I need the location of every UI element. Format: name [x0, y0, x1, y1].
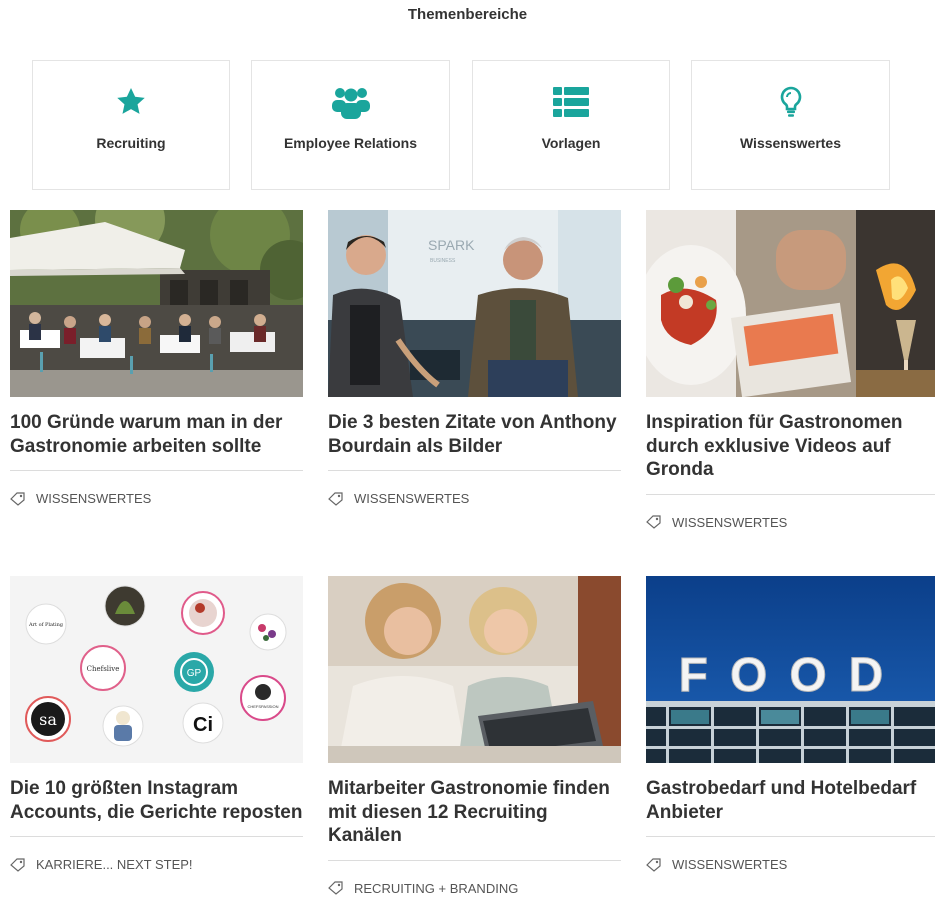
- image-sign-text: SPARK: [428, 237, 475, 253]
- category-label: Vorlagen: [541, 135, 601, 151]
- article-card: FOOD Gastrobedarf und Hotelbedarf Anbiet…: [646, 576, 935, 872]
- lightbulb-icon: [779, 85, 803, 119]
- article-title[interactable]: Mitarbeiter Gastronomie finden mit diese…: [328, 777, 621, 861]
- article-image-cafe-terrace[interactable]: [10, 210, 303, 397]
- image-sign-food: FOOD: [679, 649, 906, 702]
- category-label: Employee Relations: [283, 135, 418, 151]
- article-tag[interactable]: WISSENSWERTES: [646, 857, 935, 872]
- article-tag[interactable]: RECRUITING + BRANDING: [328, 881, 621, 896]
- article-card: SPARK BUSINESS Die 3 besten Zitate von A…: [328, 210, 621, 506]
- article-tag[interactable]: KARRIERE... NEXT STEP!: [10, 857, 303, 872]
- category-card-wissenswertes[interactable]: Wissenswertes: [691, 60, 890, 190]
- article-image-plated-food[interactable]: [646, 210, 935, 397]
- article-tag[interactable]: WISSENSWERTES: [646, 515, 935, 530]
- category-card-employee-relations[interactable]: Employee Relations: [251, 60, 450, 190]
- article-tag-label: KARRIERE... NEXT STEP!: [36, 857, 193, 872]
- article-tag-label: RECRUITING + BRANDING: [354, 880, 519, 896]
- tag-icon: [10, 857, 26, 872]
- article-card: Mitarbeiter Gastronomie finden mit diese…: [328, 576, 621, 896]
- list-icon: [553, 85, 589, 119]
- category-label: Wissenswertes: [739, 135, 842, 151]
- article-title[interactable]: Gastrobedarf und Hotelbedarf Anbieter: [646, 777, 935, 837]
- article-image-team-laptop[interactable]: [328, 576, 621, 763]
- article-card: Art of Plating Chefslive GP CHEFSPASSION…: [10, 576, 303, 872]
- star-icon: [114, 85, 148, 119]
- tag-icon: [10, 491, 26, 506]
- collage-gp: GP: [187, 668, 202, 679]
- collage-chefslive: Chefslive: [87, 665, 120, 673]
- category-label: Recruiting: [96, 135, 166, 151]
- image-sign-subtext: BUSINESS: [430, 258, 456, 264]
- article-tag-label: WISSENSWERTES: [354, 491, 470, 506]
- users-icon: [331, 85, 370, 119]
- article-title[interactable]: Inspiration für Gastronomen durch exklus…: [646, 411, 935, 495]
- category-card-vorlagen[interactable]: Vorlagen: [472, 60, 670, 190]
- article-title[interactable]: Die 10 größten Instagram Accounts, die G…: [10, 777, 303, 837]
- article-tag-label: WISSENSWERTES: [672, 857, 788, 872]
- article-tag[interactable]: WISSENSWERTES: [328, 491, 621, 506]
- collage-sa: sa: [39, 710, 57, 729]
- tag-icon: [646, 515, 662, 529]
- article-image-instagram-collage[interactable]: Art of Plating Chefslive GP CHEFSPASSION…: [10, 576, 303, 763]
- tag-icon: [328, 881, 344, 895]
- article-tag-label: WISSENSWERTES: [672, 514, 788, 530]
- section-title: Themenbereiche: [407, 6, 528, 23]
- collage-art-of-plating: Art of Plating: [28, 622, 64, 628]
- tag-icon: [328, 491, 344, 506]
- article-image-food-sign[interactable]: FOOD: [646, 576, 935, 763]
- article-title[interactable]: 100 Gründe warum man in der Gastronomie …: [10, 411, 303, 471]
- collage-chefspassion: CHEFSPASSION: [247, 704, 278, 709]
- article-title[interactable]: Die 3 besten Zitate von Anthony Bourdain…: [328, 411, 621, 471]
- tag-icon: [646, 857, 662, 872]
- article-tag[interactable]: WISSENSWERTES: [10, 491, 303, 506]
- article-card: 100 Gründe warum man in der Gastronomie …: [10, 210, 303, 506]
- article-tag-label: WISSENSWERTES: [36, 491, 152, 506]
- article-image-interview[interactable]: SPARK BUSINESS: [328, 210, 621, 397]
- article-card: Inspiration für Gastronomen durch exklus…: [646, 210, 935, 530]
- category-card-recruiting[interactable]: Recruiting: [32, 60, 230, 190]
- collage-ci: Ci: [193, 714, 213, 736]
